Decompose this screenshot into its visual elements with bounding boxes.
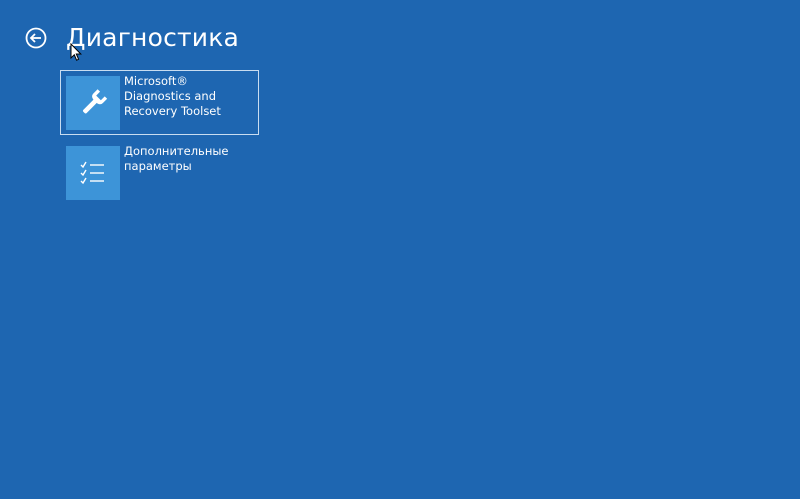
tile-advanced-options-label-line: Дополнительные xyxy=(124,144,229,158)
tile-dart-label-line: Diagnostics and xyxy=(124,89,217,103)
tile-dart-label-line: Recovery Toolset xyxy=(124,104,221,118)
wrench-icon xyxy=(66,76,120,130)
tile-advanced-options-label-line: параметры xyxy=(124,159,192,173)
back-button[interactable] xyxy=(25,27,47,49)
tile-advanced-options-label: Дополнительные параметры xyxy=(124,144,256,174)
checklist-icon xyxy=(66,146,120,200)
tile-advanced-options[interactable]: Дополнительные параметры xyxy=(60,140,259,205)
tile-dart-label-line: Microsoft® xyxy=(124,74,188,88)
diagnostics-screen: Диагностика Microsoft® Diagnostics and R… xyxy=(0,0,800,499)
back-arrow-circle-icon xyxy=(25,27,47,49)
page-title: Диагностика xyxy=(66,23,240,52)
tile-dart[interactable]: Microsoft® Diagnostics and Recovery Tool… xyxy=(60,70,259,135)
tile-dart-label: Microsoft® Diagnostics and Recovery Tool… xyxy=(124,74,256,119)
